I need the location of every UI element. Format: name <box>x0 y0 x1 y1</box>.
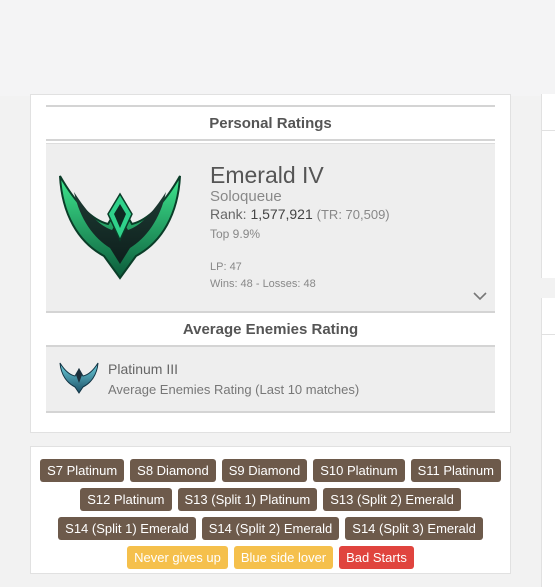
tag-badge: Never gives up <box>127 546 228 569</box>
rank-name: Emerald IV <box>210 162 324 188</box>
tag-badge: S11 Platinum <box>410 459 501 482</box>
tag-badge: S9 Diamond <box>221 459 308 482</box>
right-panel-card <box>541 298 555 587</box>
queue-type: Soloqueue <box>210 188 282 205</box>
top-percent: Top 9.9% <box>210 227 261 241</box>
rank-value: 1,577,921 <box>250 206 313 222</box>
wins-losses: Wins: 48 - Losses: 48 <box>210 278 316 290</box>
tag-badge: S12 Platinum <box>80 488 172 511</box>
top-banner <box>0 0 555 96</box>
average-enemies-rating: Platinum III Average Enemies Rating (Las… <box>46 347 495 413</box>
rank-label: Rank: <box>210 206 247 222</box>
average-enemies-title: Average Enemies Rating <box>46 311 495 347</box>
tag-badge: Bad Starts <box>339 546 414 569</box>
tag-badge: S10 Platinum <box>313 459 405 482</box>
right-panel-header <box>542 298 555 335</box>
tag-badge: S14 (Split 2) Emerald <box>201 517 340 540</box>
tag-badge: S14 (Split 1) Emerald <box>58 517 196 540</box>
personal-ratings-card: Personal Ratings Emerald IV Soloqueue Ra… <box>30 94 511 433</box>
league-points: LP: 47 <box>210 261 242 273</box>
average-enemies-description: Average Enemies Rating (Last 10 matches) <box>108 382 360 397</box>
tag-badge: S13 (Split 2) Emerald <box>323 488 461 511</box>
rank-summary: Emerald IV Soloqueue Rank: 1,577,921 (TR… <box>46 143 495 311</box>
average-enemies-rank: Platinum III <box>108 361 179 377</box>
tag-badge: S7 Platinum <box>40 459 125 482</box>
platinum-emblem-icon <box>59 362 99 394</box>
personal-ratings-title: Personal Ratings <box>46 105 495 141</box>
right-panel-card <box>541 94 555 278</box>
tag-badge: S13 (Split 1) Platinum <box>177 488 318 511</box>
tr-value: (TR: 70,509) <box>316 207 390 222</box>
chevron-down-icon[interactable] <box>471 289 489 303</box>
tag-badge: S8 Diamond <box>130 459 216 482</box>
tag-badge: Blue side lover <box>233 546 334 569</box>
rank-position: Rank: 1,577,921 (TR: 70,509) <box>210 206 390 222</box>
tag-badge: S14 (Split 3) Emerald <box>345 517 483 540</box>
tag-list: S7 Platinum S8 Diamond S9 Diamond S10 Plati… <box>37 459 504 569</box>
right-panel-header <box>542 94 555 131</box>
emerald-emblem-icon <box>59 175 181 280</box>
tags-card: S7 Platinum S8 Diamond S9 Diamond S10 Plati… <box>30 446 511 574</box>
